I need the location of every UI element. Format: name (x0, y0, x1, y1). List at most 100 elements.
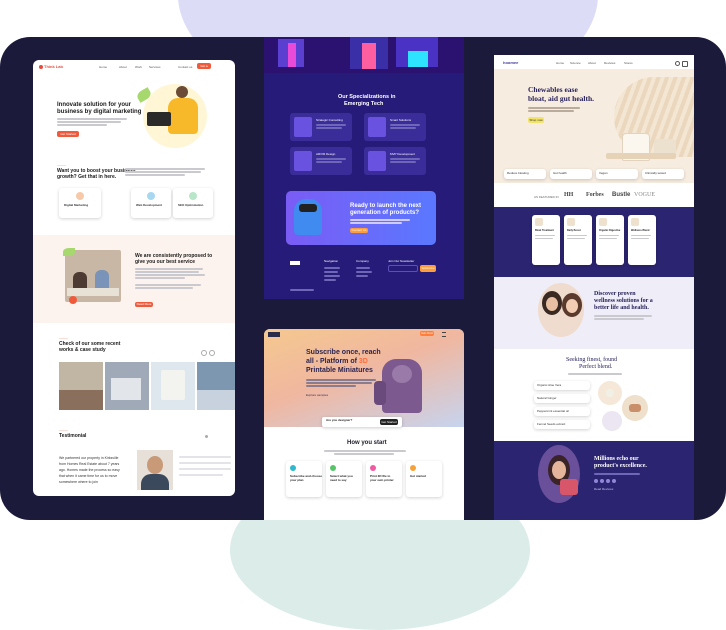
press-logo-1: HH (564, 192, 574, 198)
service-title-3: SEO Optimization (178, 203, 204, 207)
footer-col-navigation: Navigation (324, 259, 339, 263)
feature-chip-1: Reduce bloating (504, 169, 546, 179)
nav-about[interactable]: About (588, 61, 596, 65)
hero-banner (264, 37, 464, 73)
nav-home[interactable]: Home (556, 61, 564, 65)
nav-cta-button[interactable]: Get a Quote (197, 63, 211, 74)
spec-card-4-title: MVP Development (390, 152, 415, 156)
service-title-2: Web Development (136, 203, 162, 207)
person-head (176, 86, 188, 98)
miniature-figure (374, 359, 422, 413)
search-icon[interactable] (675, 61, 680, 66)
wellness-site-preview: hoomee Home Science About Reviews Stores… (494, 55, 694, 520)
social-icon-2[interactable] (600, 479, 604, 483)
designer-search-box[interactable]: Are you designer? Get Started (322, 417, 402, 427)
discover-line3: better life and health. (594, 305, 649, 311)
step-card-4[interactable]: Get started (406, 461, 442, 497)
feature-chip-3: Vegan (596, 169, 638, 179)
hero-get-started-button[interactable]: Get Started (57, 131, 79, 137)
hero-line1: Subscribe once, reach (306, 349, 381, 356)
women-photo (538, 283, 584, 337)
product-card-4[interactable]: Wellness Blend (628, 215, 656, 265)
social-icon-3[interactable] (606, 479, 610, 483)
service-card-2[interactable]: Web Development (131, 188, 171, 218)
footer-logo (290, 261, 300, 265)
spec-card-1[interactable]: Strategic Consulting (290, 113, 352, 141)
menu-icon[interactable] (442, 332, 446, 337)
spec-card-4[interactable]: MVP Development (364, 147, 426, 175)
shop-now-button[interactable]: Shop now (528, 117, 544, 123)
explore-samples-link[interactable]: Explore samples (306, 393, 328, 397)
person-body (168, 98, 198, 134)
newsletter-email-input[interactable] (388, 265, 418, 272)
nav-stores[interactable]: Stores (624, 61, 633, 65)
read-more-button[interactable]: Read More (135, 302, 153, 307)
proposed-section (33, 235, 235, 323)
step-card-1[interactable]: Subscribe and choose your plan (286, 461, 322, 497)
seeking-line2: Perfect blend. (579, 364, 613, 370)
designer-get-started-button[interactable]: Get Started (380, 419, 398, 425)
nav-home[interactable]: Home (99, 65, 107, 69)
ingredient-item-1[interactable]: Organic Aloe Vera (534, 381, 590, 390)
next-arrow-icon[interactable] (209, 350, 215, 356)
read-reviews-link[interactable]: Read Reviews (594, 487, 613, 491)
case-image-2[interactable] (105, 362, 149, 410)
millions-line1: Millions echo our (594, 456, 639, 462)
brand-logo-icon (39, 65, 43, 69)
nav-about[interactable]: About (119, 65, 127, 69)
step-card-2[interactable]: Select what you need to say (326, 461, 362, 497)
nav-work[interactable]: Work (135, 65, 142, 69)
spec-card-3-title: AR/VR Design (316, 152, 336, 156)
feature-chip-4: Clinically tested (642, 169, 684, 179)
nav-science[interactable]: Science (570, 61, 581, 65)
product-card-1[interactable]: Bloat Treatment (532, 215, 560, 265)
nav-contact[interactable]: Contact us (178, 65, 192, 69)
brand-name: Think Lab (44, 64, 63, 69)
leaf-icon-2 (63, 248, 75, 256)
play-icon[interactable] (69, 296, 77, 304)
quote-line1: We partnered our property in Kirksville (59, 456, 119, 460)
subscribe-button[interactable]: Subscribe (420, 265, 436, 272)
nav-reviews[interactable]: Reviews (604, 61, 615, 65)
join-now-button[interactable]: Join Now (420, 331, 434, 336)
ingredient-item-2[interactable]: Natural Ginger (534, 394, 590, 403)
service-card-3[interactable]: SEO Optimization (173, 188, 213, 218)
service-card-1[interactable]: Digital Marketing (59, 188, 101, 218)
hero-line2: all - Platform of 3D (306, 358, 368, 365)
discover-section (494, 277, 694, 349)
step-icon-1 (290, 465, 296, 471)
showcase-frame: Think Lab Home About Work Services Conta… (0, 37, 726, 520)
prev-arrow-icon[interactable] (201, 350, 207, 356)
press-label: AS FEATURED IN (534, 195, 559, 199)
cta-title-line1: Ready to launch the next (350, 203, 422, 209)
ingredient-item-4[interactable]: Fennel Seeds extract (534, 420, 590, 429)
nav-services[interactable]: Services (149, 65, 161, 69)
hero-title-line1: Innovate solution for your (57, 102, 132, 108)
testimonial-title: Testimonial (59, 433, 87, 439)
product-card-3[interactable]: Organic Digestive (596, 215, 624, 265)
step-card-3[interactable]: Print 3D file to your own printer (366, 461, 402, 497)
social-icon-4[interactable] (612, 479, 616, 483)
case-image-4[interactable] (197, 362, 235, 410)
cta-contact-button[interactable]: Contact Us (350, 228, 368, 233)
press-logo-4: VOGUE (634, 192, 655, 198)
ingredient-photo-3 (602, 411, 622, 431)
social-icon-1[interactable] (594, 479, 598, 483)
cart-icon[interactable] (682, 61, 688, 67)
team-photo (65, 250, 121, 302)
product-card-2[interactable]: Daily Boost (564, 215, 592, 265)
testimonial-avatar (137, 450, 173, 490)
hero-line3: Printable Miniatures (306, 367, 373, 374)
press-logo-2: Forbes (586, 192, 604, 198)
proposed-title-line2: give you our best service (135, 259, 196, 265)
footer-col-newsletter: Join Our Newsletter (388, 259, 415, 263)
case-image-3[interactable] (151, 362, 195, 410)
case-image-1[interactable] (59, 362, 103, 410)
launch-cta-card: Ready to launch the next generation of p… (286, 191, 436, 245)
cta-title-line2: generation of products? (350, 210, 419, 216)
hero-title-line2: business by digital marketing (57, 109, 142, 115)
spec-card-3[interactable]: AR/VR Design (290, 147, 352, 175)
step-icon-2 (330, 465, 336, 471)
ingredient-item-3[interactable]: Peppermint essential oil (534, 407, 590, 416)
spec-card-2[interactable]: Smart Solutions (364, 113, 426, 141)
